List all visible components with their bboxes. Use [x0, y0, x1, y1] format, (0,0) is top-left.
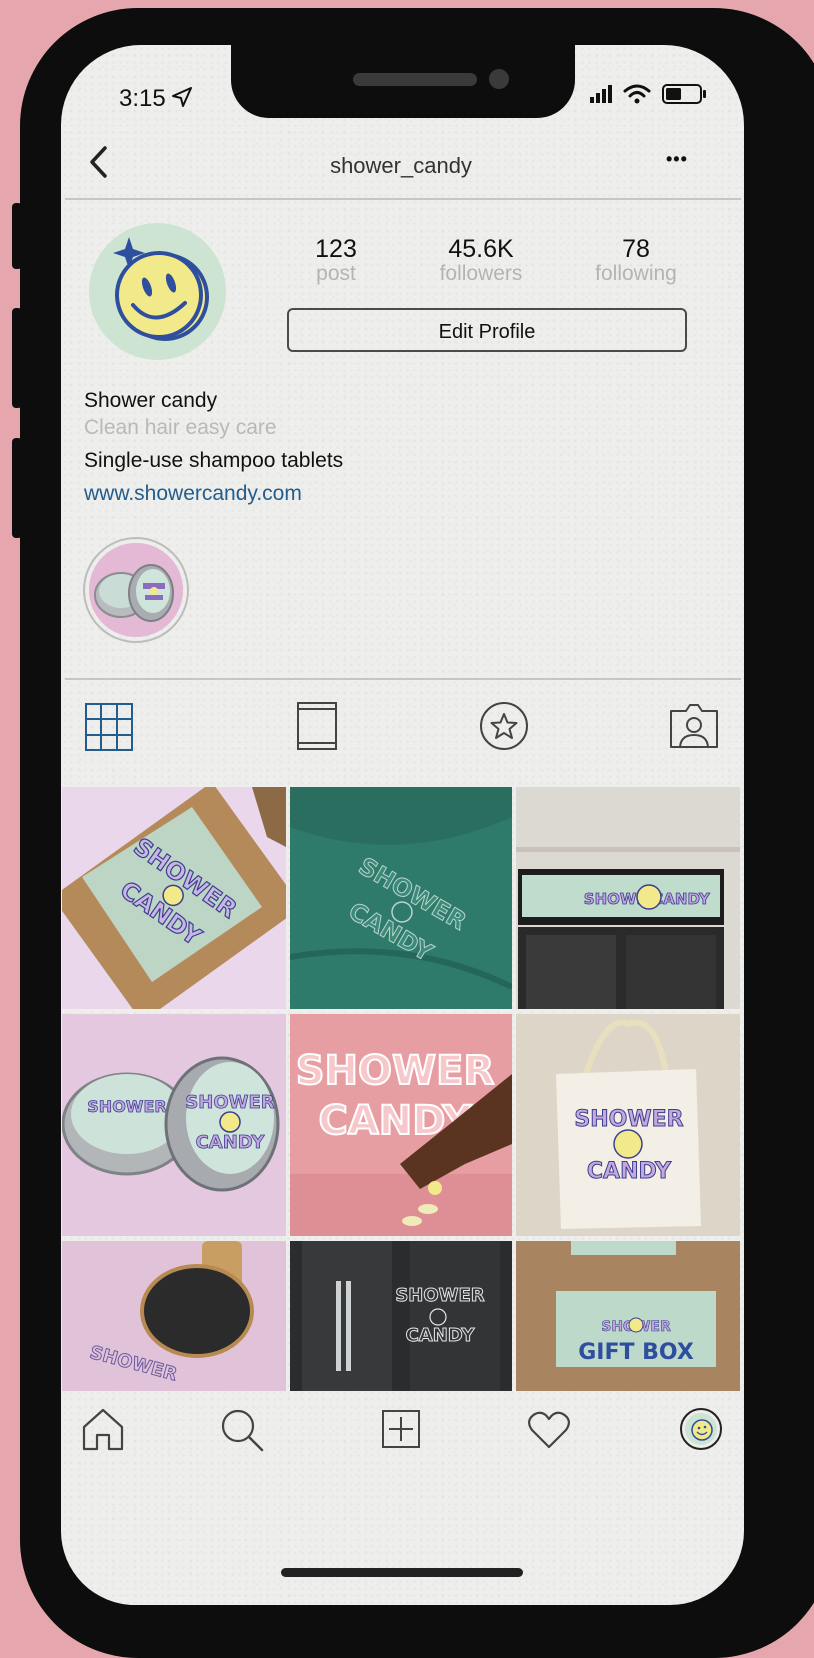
new-post-icon[interactable] [381, 1409, 421, 1449]
story-highlight[interactable] [83, 537, 189, 643]
signal-icon [590, 85, 612, 103]
home-indicator[interactable] [281, 1568, 523, 1577]
post-thumbnail[interactable]: SHOWER CANDY [516, 787, 740, 1009]
profile-username: shower_candy [330, 153, 472, 178]
stat-following-count: 78 [622, 235, 650, 263]
profile-website-link[interactable]: www.showercandy.com [84, 482, 302, 506]
posts-grid: SHOWER CANDY SHOWER CANDY SHOWER CANDY S… [61, 787, 744, 1391]
stat-followers-label: followers [439, 262, 523, 285]
header-divider [65, 198, 741, 200]
wifi-icon [623, 84, 651, 104]
search-icon[interactable] [219, 1407, 265, 1453]
post-thumbnail[interactable]: SHOWER SHOWER CANDY [62, 1014, 286, 1236]
home-icon[interactable] [81, 1407, 125, 1451]
post-logo-text: SHOWER [296, 1048, 495, 1094]
edit-profile-button[interactable]: Edit Profile [287, 308, 687, 352]
tote-bag-image: SHOWER CANDY [516, 1014, 740, 1236]
tagged-icon[interactable] [669, 703, 719, 749]
stat-posts-label: post [316, 262, 356, 285]
post-logo-text: CANDY [196, 1132, 266, 1153]
profile-category: Clean hair easy care [84, 416, 277, 439]
post-logo-text: CANDY [406, 1325, 476, 1346]
battery-icon [661, 84, 706, 104]
tins-image: SHOWER SHOWER CANDY [62, 1014, 286, 1236]
post-gift-box-text: GIFT BOX [578, 1340, 694, 1365]
stamp-image: SHOWER [62, 1241, 286, 1391]
grid-icon[interactable] [85, 703, 133, 751]
status-time: 3:15 [119, 85, 166, 112]
glass-door-image: SHOWER CANDY [290, 1241, 512, 1391]
profile-name: Shower candy [84, 389, 218, 412]
post-thumbnail[interactable]: SHOWER GIFT BOX [516, 1241, 740, 1391]
notch [231, 45, 575, 118]
activity-heart-icon[interactable] [527, 1410, 571, 1450]
phone-screen: 3:15 shower_candy ••• 123 post 45.6K fol… [61, 45, 744, 1605]
stat-posts[interactable]: 123 post [286, 235, 386, 286]
post-thumbnail[interactable]: SHOWER CANDY [290, 1241, 512, 1391]
chevron-left-icon[interactable] [87, 145, 111, 179]
stat-following[interactable]: 78 following [576, 235, 696, 286]
green-fabric-image: SHOWER CANDY [290, 787, 512, 1009]
profile-avatar-icon[interactable] [679, 1407, 723, 1451]
tabs-divider [65, 678, 741, 680]
gift-box-image: SHOWER GIFT BOX [516, 1241, 740, 1391]
star-icon[interactable] [479, 701, 529, 751]
mute-switch [12, 203, 22, 269]
kraft-label-image: SHOWER CANDY [62, 787, 286, 1009]
post-thumbnail[interactable]: SHOWER [62, 1241, 286, 1391]
volume-up-button [12, 308, 22, 408]
volume-down-button [12, 438, 22, 538]
post-logo-text: SHOWER [185, 1092, 274, 1113]
post-logo-text: SHOWER [574, 1107, 683, 1132]
stat-posts-count: 123 [315, 235, 357, 263]
front-camera [489, 69, 509, 89]
status-icons [589, 83, 708, 105]
speaker [353, 73, 477, 86]
post-thumbnail[interactable]: SHOWER CANDY [290, 787, 512, 1009]
post-thumbnail[interactable]: SHOWER CANDY [516, 1014, 740, 1236]
post-thumbnail[interactable]: SHOWER CANDY [290, 1014, 512, 1236]
highlight-thumbnail [89, 543, 183, 637]
reels-icon[interactable] [296, 701, 338, 751]
stat-followers-count: 45.6K [448, 235, 514, 263]
stat-followers[interactable]: 45.6K followers [421, 235, 541, 286]
smiley-logo-icon [113, 237, 209, 341]
post-thumbnail[interactable]: SHOWER CANDY [62, 787, 286, 1009]
stat-following-label: following [595, 262, 677, 285]
more-dots-icon[interactable]: ••• [666, 149, 688, 170]
pink-hand-image: SHOWER CANDY [290, 1014, 512, 1236]
profile-avatar[interactable] [89, 223, 226, 360]
post-logo-text: SHOWER [395, 1285, 484, 1306]
post-logo-text: SHOWER [87, 1097, 166, 1116]
storefront-sign-image: SHOWER CANDY [516, 787, 740, 1009]
profile-bio: Single-use shampoo tablets [84, 449, 344, 472]
post-logo-text: CANDY [587, 1159, 672, 1184]
tins-thumbnail-icon [89, 543, 183, 637]
location-arrow-icon [172, 87, 192, 107]
